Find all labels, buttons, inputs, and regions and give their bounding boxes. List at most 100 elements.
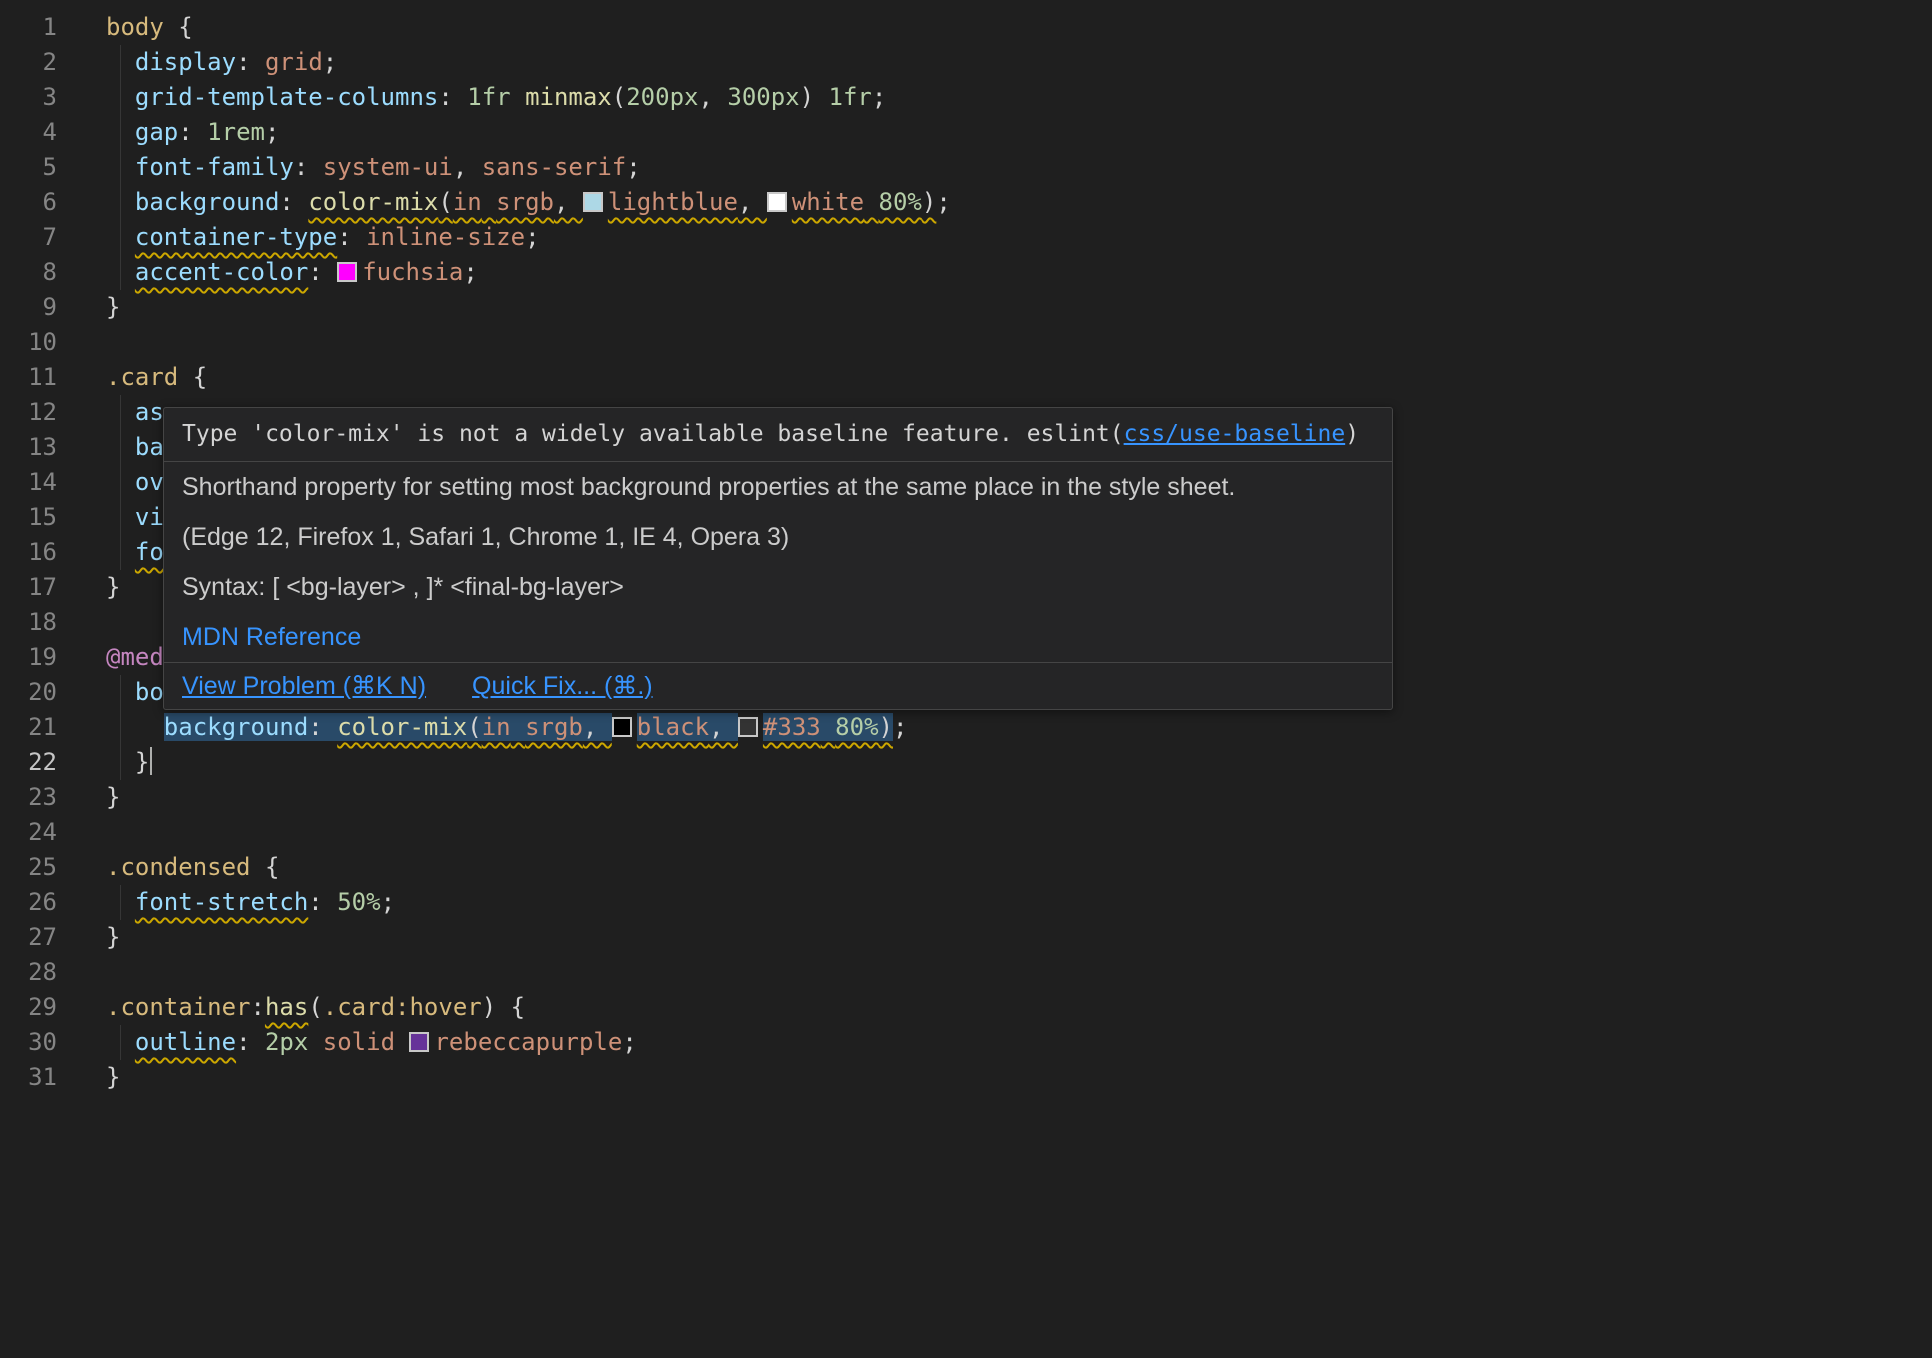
code-token: .condensed [106, 853, 251, 881]
color-swatch[interactable] [612, 717, 632, 737]
code-token: : [236, 48, 265, 76]
code-token: ) [879, 713, 893, 741]
line-number[interactable]: 5 [0, 150, 106, 185]
line-number[interactable]: 18 [0, 605, 106, 640]
code-token: ) [482, 993, 496, 1021]
code-line-2[interactable]: 2 display: grid; [0, 45, 1932, 80]
line-number[interactable]: 30 [0, 1025, 106, 1060]
diagnostic-rule-link[interactable]: css/use-baseline [1124, 421, 1346, 447]
code-token: system-ui [323, 153, 453, 181]
line-number[interactable]: 16 [0, 535, 106, 570]
code-token: : [279, 188, 308, 216]
code-token [395, 1028, 409, 1056]
line-number[interactable]: 3 [0, 80, 106, 115]
code-line-10[interactable]: 10 [0, 325, 1932, 360]
code-token: , [738, 188, 767, 216]
code-token: :hover [395, 993, 482, 1021]
code-line-25[interactable]: 25.condensed { [0, 850, 1932, 885]
color-swatch[interactable] [738, 717, 758, 737]
code-line-6[interactable]: 6 background: color-mix(in srgb, lightbl… [0, 185, 1932, 220]
line-number[interactable]: 23 [0, 780, 106, 815]
indent-guide [120, 465, 121, 500]
indent-guide [120, 115, 121, 150]
line-number[interactable]: 2 [0, 45, 106, 80]
code-line-9[interactable]: 9} [0, 290, 1932, 325]
code-line-30[interactable]: 30 outline: 2px solid rebeccapurple; [0, 1025, 1932, 1060]
code-token: grid [265, 48, 323, 76]
code-token: , [583, 713, 612, 741]
code-token: ; [525, 223, 539, 251]
code-token: : [236, 1028, 265, 1056]
line-number[interactable]: 17 [0, 570, 106, 605]
code-line-3[interactable]: 3 grid-template-columns: 1fr minmax(200p… [0, 80, 1932, 115]
line-number[interactable]: 29 [0, 990, 106, 1025]
code-line-4[interactable]: 4 gap: 1rem; [0, 115, 1932, 150]
code-token: , [698, 83, 727, 111]
line-number[interactable]: 28 [0, 955, 106, 990]
code-token: white [792, 188, 864, 216]
line-number[interactable]: 19 [0, 640, 106, 675]
code-line-5[interactable]: 5 font-family: system-ui, sans-serif; [0, 150, 1932, 185]
line-number[interactable]: 21 [0, 710, 106, 745]
code-line-8[interactable]: 8 accent-color: fuchsia; [0, 255, 1932, 290]
code-token: ( [438, 188, 452, 216]
line-number[interactable]: 14 [0, 465, 106, 500]
code-line-29[interactable]: 29.container:has(.card:hover) { [0, 990, 1932, 1025]
code-token: font-stretch [135, 888, 308, 916]
code-token: srgb [525, 713, 583, 741]
code-line-28[interactable]: 28 [0, 955, 1932, 990]
line-number[interactable]: 25 [0, 850, 106, 885]
view-problem-action[interactable]: View Problem (⌘K N) [182, 671, 426, 701]
color-swatch[interactable] [409, 1032, 429, 1052]
line-number[interactable]: 27 [0, 920, 106, 955]
diagnostic-row: Type 'color-mix' is not a widely availab… [164, 408, 1392, 462]
code-token: outline [135, 1028, 236, 1056]
line-number[interactable]: 7 [0, 220, 106, 255]
code-token: ( [467, 713, 481, 741]
code-line-27[interactable]: 27} [0, 920, 1932, 955]
code-token: container-type [135, 223, 337, 251]
line-number[interactable]: 4 [0, 115, 106, 150]
code-line-1[interactable]: 1body { [0, 10, 1932, 45]
color-swatch[interactable] [583, 192, 603, 212]
line-number[interactable]: 11 [0, 360, 106, 395]
indent-guide [120, 430, 121, 465]
color-swatch[interactable] [767, 192, 787, 212]
code-line-31[interactable]: 31} [0, 1060, 1932, 1095]
code-token: : [308, 713, 337, 741]
code-token: bo [135, 678, 164, 706]
code-token: minmax [525, 83, 612, 111]
line-number[interactable]: 15 [0, 500, 106, 535]
code-token: , [709, 713, 738, 741]
code-line-7[interactable]: 7 container-type: inline-size; [0, 220, 1932, 255]
line-number[interactable]: 20 [0, 675, 106, 710]
code-line-21[interactable]: 21 background: color-mix(in srgb, black,… [0, 710, 1932, 745]
docs-description: Shorthand property for setting most back… [182, 472, 1374, 502]
mdn-reference-link[interactable]: MDN Reference [182, 622, 361, 652]
indent-guide [120, 675, 121, 710]
line-number[interactable]: 26 [0, 885, 106, 920]
code-token: ; [626, 153, 640, 181]
code-line-23[interactable]: 23} [0, 780, 1932, 815]
line-number[interactable]: 6 [0, 185, 106, 220]
code-token: .container [106, 993, 251, 1021]
code-token: 1fr [467, 83, 510, 111]
code-token: ; [381, 888, 395, 916]
code-line-24[interactable]: 24 [0, 815, 1932, 850]
line-number[interactable]: 12 [0, 395, 106, 430]
color-swatch[interactable] [337, 262, 357, 282]
code-token: 300px [727, 83, 799, 111]
line-number[interactable]: 13 [0, 430, 106, 465]
code-token: sans-serif [482, 153, 627, 181]
code-line-11[interactable]: 11.card { [0, 360, 1932, 395]
line-number[interactable]: 24 [0, 815, 106, 850]
line-number[interactable]: 10 [0, 325, 106, 360]
code-line-26[interactable]: 26 font-stretch: 50%; [0, 885, 1932, 920]
line-number[interactable]: 9 [0, 290, 106, 325]
line-number[interactable]: 31 [0, 1060, 106, 1095]
code-line-22[interactable]: 22 } [0, 745, 1932, 780]
line-number[interactable]: 22 [0, 745, 106, 780]
quick-fix-action[interactable]: Quick Fix... (⌘.) [472, 671, 653, 701]
line-number[interactable]: 8 [0, 255, 106, 290]
line-number[interactable]: 1 [0, 10, 106, 45]
